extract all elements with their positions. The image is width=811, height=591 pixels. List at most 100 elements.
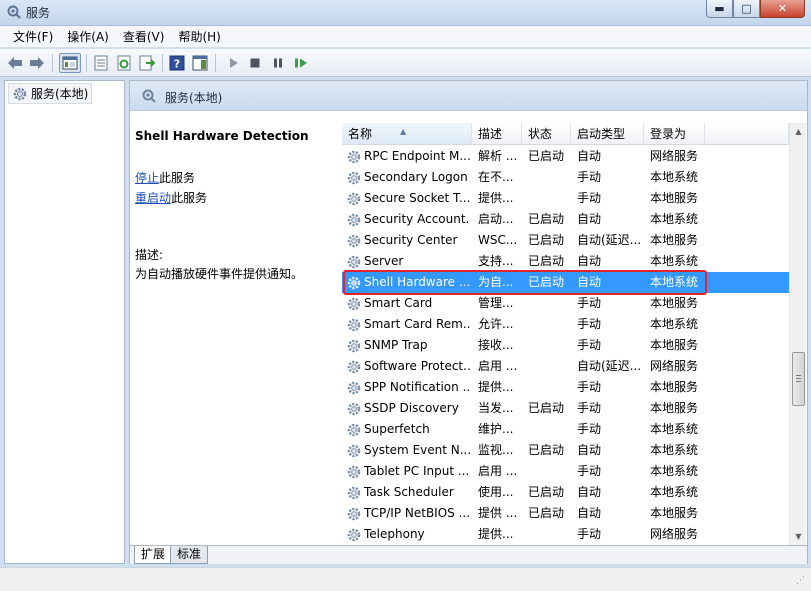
refresh-button[interactable] [115,54,133,72]
table-row[interactable]: Task Scheduler 使用... 已启动 自动 本地系统 [342,482,789,503]
table-row-selected[interactable]: Shell Hardware ... 为自... 已启动 自动 本地系统 [342,272,789,293]
restart-service-link[interactable]: 重启动 [135,191,171,205]
service-description: 提供... [478,380,514,394]
service-gear-icon [347,255,361,269]
description-text: 为自动播放硬件事件提供通知。 [135,267,304,281]
service-startup-type: 手动 [577,191,602,205]
service-startup-type: 手动 [577,401,602,415]
export-list-button[interactable] [138,54,156,72]
table-row[interactable]: Smart Card Rem... 允许... 手动 本地系统 [342,314,789,335]
scrollbar-thumb[interactable] [792,352,805,406]
service-startup-type: 手动 [577,338,602,352]
service-name: Secure Socket T... [364,191,470,205]
column-header-startup-type[interactable]: 启动类型 [571,123,644,145]
service-logon-as: 本地系统 [650,422,699,436]
column-header-status[interactable]: 状态 [522,123,571,145]
service-name: Task Scheduler [364,485,454,499]
scroll-up-icon[interactable]: ▲ [790,123,807,140]
start-service-button[interactable] [224,54,242,72]
service-name: Software Protect... [364,359,470,373]
service-startup-type: 自动 [577,212,602,226]
search-gear-icon [142,89,156,103]
service-name: Smart Card [364,296,433,310]
stop-service-button[interactable] [246,54,264,72]
restart-service-button[interactable] [292,54,310,72]
table-row[interactable]: Security Account... 启动... 已启动 自动 本地系统 [342,209,789,230]
menu-bar: 文件(F) 操作(A) 查看(V) 帮助(H) [0,26,811,48]
minimize-button[interactable]: ▬ [706,0,733,18]
table-row[interactable]: Software Protect... 启用 ... 自动(延迟... 网络服务 [342,356,789,377]
table-row[interactable]: RPC Endpoint M... 解析 ... 已启动 自动 网络服务 [342,146,789,167]
menu-help[interactable]: 帮助(H) [171,28,227,45]
table-row[interactable]: SSDP Discovery 当发... 已启动 手动 本地服务 [342,398,789,419]
service-logon-as: 本地系统 [650,443,699,457]
pause-service-button[interactable] [269,54,287,72]
tree-item-services-local[interactable]: 服务(本地) [8,83,93,104]
service-gear-icon [347,507,361,521]
service-gear-icon [347,276,361,290]
service-gear-icon [347,423,361,437]
table-row[interactable]: Telephony 提供... 手动 网络服务 [342,524,789,545]
menu-view[interactable]: 查看(V) [116,28,172,45]
table-row[interactable]: Superfetch 维护... 手动 本地系统 [342,419,789,440]
help-button[interactable]: ? [168,54,186,72]
service-description: 当发... [478,401,514,415]
maximize-button[interactable]: □ [733,0,760,18]
minimize-icon: ▬ [714,2,725,15]
service-gear-icon [347,360,361,374]
menu-action[interactable]: 操作(A) [60,28,116,45]
sort-ascending-icon: ▲ [400,127,407,136]
tree-item-label: 服务(本地) [31,87,89,101]
table-row[interactable]: Server 支持... 已启动 自动 本地系统 [342,251,789,272]
maximize-icon: □ [741,2,752,15]
table-row[interactable]: SNMP Trap 接收... 手动 本地服务 [342,335,789,356]
table-row[interactable]: SPP Notification ... 提供... 手动 本地服务 [342,377,789,398]
column-header-name[interactable]: ▲ 名称 [342,123,472,145]
service-name: Security Center [364,233,458,247]
table-row[interactable]: Secure Socket T... 提供... 手动 本地服务 [342,188,789,209]
service-startup-type: 手动 [577,170,602,184]
service-name: TCP/IP NetBIOS ... [364,506,470,520]
stop-suffix: 此服务 [159,171,196,185]
properties-button[interactable] [92,54,110,72]
stop-icon [250,58,260,68]
view-tabs: 扩展 标准 [130,545,807,564]
show-hide-action-pane-button[interactable] [191,54,209,72]
service-status: 已启动 [528,212,565,226]
console-tree-icon [62,56,78,70]
service-name: Shell Hardware ... [364,275,470,289]
export-list-icon [139,55,155,71]
service-startup-type: 自动 [577,149,602,163]
table-row[interactable]: Smart Card 管理... 手动 本地服务 [342,293,789,314]
table-row[interactable]: Secondary Logon 在不... 手动 本地系统 [342,167,789,188]
scroll-down-icon[interactable]: ▼ [790,528,807,545]
service-logon-as: 本地系统 [650,212,699,226]
tab-standard[interactable]: 标准 [170,546,209,564]
table-row[interactable]: Security Center WSC... 已启动 自动(延迟... 本地服务 [342,230,789,251]
back-button[interactable] [6,54,24,72]
refresh-icon [117,55,131,71]
table-row[interactable]: TCP/IP NetBIOS ... 提供 ... 已启动 自动 本地服务 [342,503,789,524]
forward-button[interactable] [28,54,46,72]
service-gear-icon [347,297,361,311]
column-header-logon-as[interactable]: 登录为 [644,123,705,145]
back-arrow-icon [8,57,22,69]
tab-extended[interactable]: 扩展 [134,546,173,564]
svg-text:?: ? [174,58,180,71]
resize-grip-icon[interactable]: ⋰ [796,576,808,588]
forward-arrow-icon [30,57,44,69]
menu-file[interactable]: 文件(F) [6,28,60,45]
column-header-description[interactable]: 描述 [472,123,522,145]
service-startup-type: 手动 [577,527,602,541]
stop-line: 停止此服务 [135,169,195,186]
service-gear-icon [347,171,361,185]
table-row[interactable]: Tablet PC Input ... 启用 ... 手动 本地系统 [342,461,789,482]
close-button[interactable]: ✕ [760,0,805,18]
console-tree-toggle-button[interactable] [59,53,81,73]
stop-service-link[interactable]: 停止 [135,171,159,185]
restart-line: 重启动此服务 [135,189,207,206]
vertical-scrollbar[interactable]: ▲ ▼ [789,123,806,545]
service-gear-icon [347,444,361,458]
table-row[interactable]: System Event N... 监视... 已启动 自动 本地系统 [342,440,789,461]
description-label: 描述: [135,248,164,262]
